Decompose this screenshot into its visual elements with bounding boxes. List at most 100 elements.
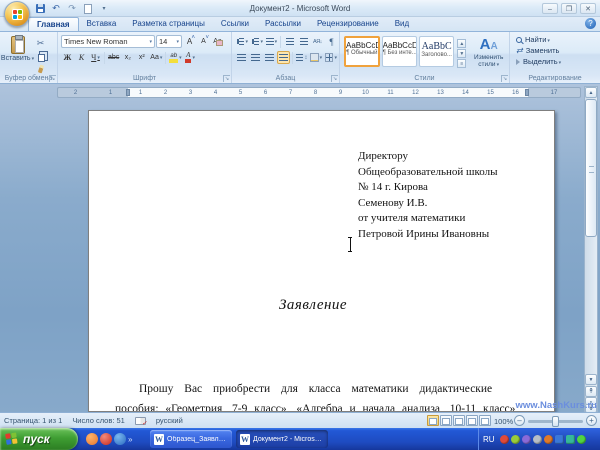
maximize-button[interactable]: ❐ bbox=[561, 3, 577, 14]
document-page[interactable]: Директору Общеобразовательной школы № 14… bbox=[88, 110, 555, 412]
fullscreen-view-button[interactable] bbox=[440, 415, 452, 426]
tray-icon-6[interactable] bbox=[555, 435, 564, 444]
tray-icon-8[interactable] bbox=[577, 435, 586, 444]
cut-icon[interactable] bbox=[34, 37, 47, 50]
align-right-button[interactable] bbox=[263, 51, 276, 64]
page-count-status[interactable]: Страница: 1 из 1 bbox=[4, 416, 62, 425]
proofing-icon[interactable] bbox=[135, 417, 146, 425]
bullets-button[interactable] bbox=[235, 35, 249, 48]
quicklaunch-chevron-icon[interactable]: » bbox=[128, 435, 132, 444]
zoom-slider-thumb[interactable] bbox=[552, 416, 559, 427]
language-indicator[interactable]: RU bbox=[483, 435, 495, 444]
start-button[interactable]: пуск bbox=[0, 428, 78, 450]
tab-home[interactable]: Главная bbox=[28, 17, 79, 31]
outline-view-button[interactable] bbox=[466, 415, 478, 426]
new-document-button[interactable] bbox=[82, 3, 94, 14]
tray-icon-3[interactable] bbox=[522, 435, 531, 444]
justify-button[interactable] bbox=[277, 51, 290, 64]
vertical-scrollbar[interactable] bbox=[584, 86, 598, 412]
style-scroll-down-icon[interactable]: ▼ bbox=[457, 49, 466, 58]
tab-view[interactable]: Вид bbox=[387, 17, 417, 31]
word-count-status[interactable]: Число слов: 51 bbox=[72, 416, 125, 425]
undo-button[interactable] bbox=[50, 3, 62, 14]
styles-dialog-launcher[interactable] bbox=[501, 75, 508, 82]
highlight-color-button[interactable]: ab bbox=[168, 51, 182, 64]
tab-page-layout[interactable]: Разметка страницы bbox=[124, 17, 213, 31]
right-indent-marker[interactable] bbox=[525, 89, 529, 96]
draft-view-button[interactable] bbox=[479, 415, 491, 426]
copy-icon[interactable] bbox=[34, 51, 47, 63]
save-button[interactable] bbox=[34, 3, 46, 14]
scrollbar-thumb[interactable] bbox=[585, 99, 597, 237]
change-case-button[interactable]: Aa bbox=[149, 51, 163, 64]
zoom-level[interactable]: 100% bbox=[494, 417, 513, 426]
print-layout-view-button[interactable] bbox=[427, 415, 439, 426]
redo-button[interactable] bbox=[66, 3, 78, 14]
replace-button[interactable]: Заменить bbox=[516, 45, 599, 56]
tray-icon-5[interactable] bbox=[544, 435, 553, 444]
font-name-combo[interactable]: Times New Roman bbox=[61, 35, 155, 48]
paste-button[interactable]: Вставить bbox=[1, 34, 34, 72]
line-spacing-button[interactable] bbox=[295, 51, 308, 64]
multilevel-list-button[interactable] bbox=[265, 35, 278, 48]
quicklaunch-icon-2[interactable] bbox=[100, 433, 112, 445]
horizontal-ruler[interactable]: 21 123 456 789 101112 131415 16 17 bbox=[57, 87, 581, 98]
zoom-in-button[interactable]: + bbox=[586, 415, 597, 426]
increase-indent-button[interactable] bbox=[297, 35, 310, 48]
subscript-button[interactable]: x₂ bbox=[121, 51, 134, 64]
font-dialog-launcher[interactable] bbox=[223, 75, 230, 82]
style-heading1[interactable]: AaBbC Заголово... bbox=[419, 36, 454, 67]
align-left-button[interactable] bbox=[235, 51, 248, 64]
taskbar-window-2[interactable]: Документ2 - Microso... bbox=[236, 430, 328, 448]
borders-button[interactable] bbox=[324, 51, 338, 64]
change-styles-button[interactable]: AA Изменить стили bbox=[469, 36, 508, 69]
customize-toolbar-dropdown[interactable] bbox=[98, 3, 110, 14]
bold-button[interactable]: Ж bbox=[61, 51, 74, 64]
shading-button[interactable] bbox=[309, 51, 323, 64]
left-indent-marker[interactable] bbox=[126, 89, 130, 96]
find-button[interactable]: Найти bbox=[516, 34, 599, 45]
scroll-up-icon[interactable] bbox=[585, 87, 597, 98]
quicklaunch-icon-3[interactable] bbox=[114, 433, 126, 445]
language-status[interactable]: русский bbox=[156, 416, 183, 425]
format-painter-icon[interactable] bbox=[34, 64, 47, 74]
scroll-down-icon[interactable] bbox=[585, 374, 597, 385]
shrink-font-button[interactable]: A bbox=[197, 35, 210, 48]
zoom-slider[interactable] bbox=[528, 420, 583, 423]
tray-icon-2[interactable] bbox=[511, 435, 520, 444]
style-normal[interactable]: AaBbCcDc ¶ Обычный bbox=[344, 36, 380, 67]
numbering-button[interactable] bbox=[250, 35, 264, 48]
align-center-button[interactable] bbox=[249, 51, 262, 64]
web-layout-view-button[interactable] bbox=[453, 415, 465, 426]
show-paragraph-marks-button[interactable]: ¶ bbox=[325, 35, 338, 48]
sort-button[interactable]: АЯ↓ bbox=[311, 35, 324, 48]
tray-icon-4[interactable] bbox=[533, 435, 542, 444]
help-icon[interactable]: ? bbox=[585, 18, 596, 29]
paragraph-dialog-launcher[interactable] bbox=[331, 75, 338, 82]
taskbar-window-1[interactable]: Образец_Заявление... bbox=[150, 430, 232, 448]
clipboard-dialog-launcher[interactable] bbox=[49, 75, 56, 82]
tab-insert[interactable]: Вставка bbox=[79, 17, 125, 31]
previous-page-icon[interactable] bbox=[585, 386, 597, 397]
quicklaunch-icon-1[interactable] bbox=[86, 433, 98, 445]
office-button[interactable] bbox=[4, 1, 30, 27]
zoom-out-button[interactable]: – bbox=[514, 415, 525, 426]
italic-button[interactable]: К bbox=[75, 51, 88, 64]
font-size-combo[interactable]: 14 bbox=[156, 35, 182, 48]
tray-icon-1[interactable] bbox=[500, 435, 509, 444]
tray-icon-7[interactable] bbox=[566, 435, 575, 444]
tab-references[interactable]: Ссылки bbox=[213, 17, 257, 31]
strikethrough-button[interactable]: abc bbox=[107, 51, 120, 64]
font-color-button[interactable]: A bbox=[184, 51, 197, 64]
style-gallery-more-icon[interactable]: ≡ bbox=[457, 59, 466, 68]
minimize-button[interactable]: – bbox=[542, 3, 558, 14]
grow-font-button[interactable]: A bbox=[183, 35, 196, 48]
style-no-spacing[interactable]: AaBbCcDc ¶ Без инте... bbox=[382, 36, 417, 67]
superscript-button[interactable]: x² bbox=[135, 51, 148, 64]
tab-review[interactable]: Рецензирование bbox=[309, 17, 387, 31]
close-button[interactable]: ✕ bbox=[580, 3, 596, 14]
clear-formatting-button[interactable]: Aa bbox=[211, 35, 224, 48]
select-button[interactable]: Выделить bbox=[516, 56, 599, 67]
underline-button[interactable]: Ч bbox=[89, 51, 102, 64]
tab-mailings[interactable]: Рассылки bbox=[257, 17, 309, 31]
